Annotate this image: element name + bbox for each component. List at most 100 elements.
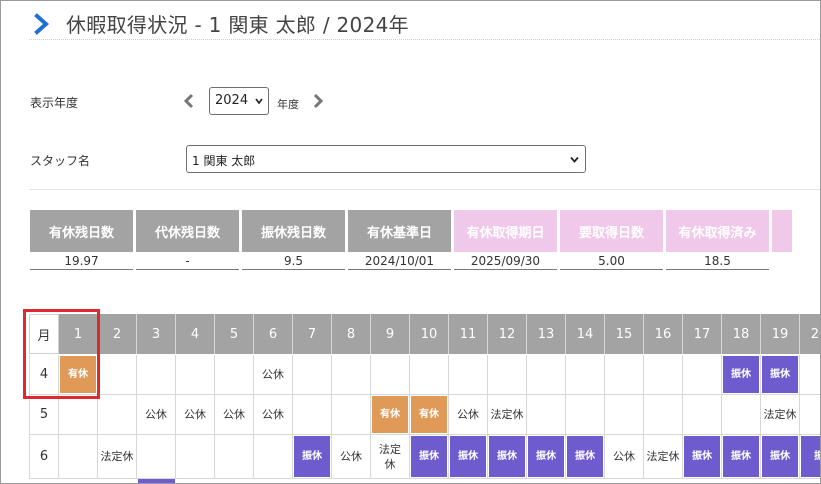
calendar-day-cell[interactable]	[683, 395, 722, 435]
calendar-day-cell[interactable]: 振休	[488, 435, 527, 479]
calendar-day-cell[interactable]	[59, 435, 98, 479]
substitute-holiday-badge: 振休	[411, 436, 447, 477]
calendar-day-cell[interactable]	[332, 395, 371, 435]
calendar-day-text: 公休	[262, 408, 284, 421]
calendar-day-header: 4	[176, 314, 215, 354]
calendar-day-cell[interactable]: 振	[800, 435, 820, 479]
calendar-day-cell[interactable]	[293, 355, 332, 395]
calendar-day-cell[interactable]	[137, 435, 176, 479]
staff-select-value: 1 関東 太郎	[192, 154, 256, 168]
summary-value-0: 19.97	[30, 253, 133, 270]
calendar-day-cell[interactable]	[722, 395, 761, 435]
calendar-day-cell[interactable]	[59, 395, 98, 435]
calendar-day-cell[interactable]: 公休	[254, 355, 293, 395]
calendar-day-cell[interactable]: 有休	[59, 355, 98, 395]
calendar-day-text: 法定 休	[379, 442, 401, 471]
calendar-day-cell[interactable]	[527, 395, 566, 435]
calendar-day-cell[interactable]	[293, 395, 332, 435]
calendar-day-cell[interactable]: 公休	[215, 395, 254, 435]
calendar-day-header: 6	[254, 314, 293, 354]
next-year-chevron-right-icon[interactable]	[311, 93, 325, 109]
calendar-day-cell[interactable]: 振休	[683, 435, 722, 479]
calendar-day-cell[interactable]	[605, 355, 644, 395]
calendar-day-cell[interactable]	[332, 355, 371, 395]
calendar-day-header: 17	[683, 314, 722, 354]
calendar-day-cell[interactable]: 法定休	[761, 395, 800, 435]
calendar-day-cell[interactable]: 公休	[254, 395, 293, 435]
calendar-day-header: 2	[98, 314, 137, 354]
calendar-day-cell[interactable]	[215, 355, 254, 395]
calendar-day-header: 5	[215, 314, 254, 354]
calendar-day-cell[interactable]	[800, 355, 820, 395]
calendar-day-cell[interactable]	[371, 355, 410, 395]
calendar-day-cell[interactable]	[683, 355, 722, 395]
calendar-month-cell: 5	[29, 395, 59, 435]
substitute-holiday-badge: 振休	[528, 436, 564, 477]
calendar-day-cell[interactable]: 振休	[566, 435, 605, 479]
page-frame: 休暇取得状況 - 1 関東 太郎 / 2024年 表示年度 2024 年度 スタ…	[0, 0, 821, 484]
calendar-day-cell[interactable]: 公休	[605, 435, 644, 479]
calendar-day-header: 16	[644, 314, 683, 354]
calendar-day-cell[interactable]: 振休	[527, 435, 566, 479]
summary-header-2: 振休残日数	[242, 210, 345, 252]
substitute-holiday-badge: 振	[801, 436, 820, 477]
calendar-day-cell[interactable]	[566, 395, 605, 435]
calendar-day-header: 18	[722, 314, 761, 354]
calendar-day-cell[interactable]: 法定休	[644, 435, 683, 479]
calendar-day-cell[interactable]: 振休	[722, 435, 761, 479]
summary-header-5: 要取得日数	[560, 210, 663, 252]
calendar-day-cell[interactable]	[98, 355, 137, 395]
calendar-day-cell[interactable]: 公休	[332, 435, 371, 479]
calendar-day-cell[interactable]: 公休	[137, 395, 176, 435]
calendar-day-cell[interactable]: 振休	[410, 435, 449, 479]
calendar-day-cell[interactable]	[644, 355, 683, 395]
calendar-day-cell[interactable]	[254, 435, 293, 479]
year-select[interactable]: 2024	[209, 87, 269, 115]
calendar-day-cell[interactable]	[176, 355, 215, 395]
calendar-day-cell[interactable]	[137, 355, 176, 395]
calendar-day-cell[interactable]	[176, 435, 215, 479]
calendar-day-text: 公休	[262, 368, 284, 381]
calendar-day-cell[interactable]	[644, 395, 683, 435]
calendar-day-cell[interactable]: 公休	[176, 395, 215, 435]
year-select-value: 2024	[215, 93, 249, 108]
calendar-day-cell[interactable]: 振休	[293, 435, 332, 479]
calendar-day-header: 3	[137, 314, 176, 354]
calendar-day-cell[interactable]: 法定休	[98, 435, 137, 479]
calendar-day-cell[interactable]: 有休	[371, 395, 410, 435]
summary-value-6: 18.5	[666, 253, 769, 270]
calendar-day-header: 1	[59, 314, 98, 354]
prev-year-chevron-left-icon[interactable]	[182, 93, 196, 109]
calendar-day-cell[interactable]: 法定休	[488, 395, 527, 435]
calendar-day-cell[interactable]: 振休	[761, 435, 800, 479]
calendar-day-cell[interactable]	[527, 355, 566, 395]
calendar-day-cell[interactable]	[488, 355, 527, 395]
calendar-day-cell[interactable]	[605, 395, 644, 435]
section-divider	[29, 189, 820, 190]
calendar-day-cell[interactable]: 振休	[722, 355, 761, 395]
calendar-day-text: 公休	[223, 408, 245, 421]
calendar-next-row-badge-edge	[138, 479, 175, 483]
calendar-day-cell[interactable]	[449, 355, 488, 395]
calendar-day-text: 公休	[613, 450, 635, 463]
paid-leave-badge: 有休	[411, 396, 447, 433]
staff-select[interactable]: 1 関東 太郎	[186, 145, 586, 173]
paid-leave-badge: 有休	[372, 396, 408, 433]
calendar-day-cell[interactable]	[410, 355, 449, 395]
calendar-day-text: 法定休	[100, 450, 134, 463]
calendar-day-cell[interactable]: 公休	[449, 395, 488, 435]
calendar-day-cell[interactable]	[215, 435, 254, 479]
calendar-day-cell[interactable]: 有休	[410, 395, 449, 435]
calendar-day-text: 公休	[457, 408, 479, 421]
calendar-day-cell[interactable]	[566, 355, 605, 395]
calendar-day-cell[interactable]	[800, 395, 820, 435]
summary-value-5: 5.00	[560, 253, 663, 270]
chevron-down-icon	[255, 98, 263, 105]
calendar-day-cell[interactable]: 法定 休	[371, 435, 410, 479]
calendar-day-cell[interactable]: 振休	[449, 435, 488, 479]
calendar-day-cell[interactable]: 振休	[761, 355, 800, 395]
calendar-month-cell: 6	[29, 435, 59, 479]
summary-value-3: 2024/10/01	[348, 253, 451, 270]
calendar-day-cell[interactable]	[98, 395, 137, 435]
calendar-day-header: 14	[566, 314, 605, 354]
